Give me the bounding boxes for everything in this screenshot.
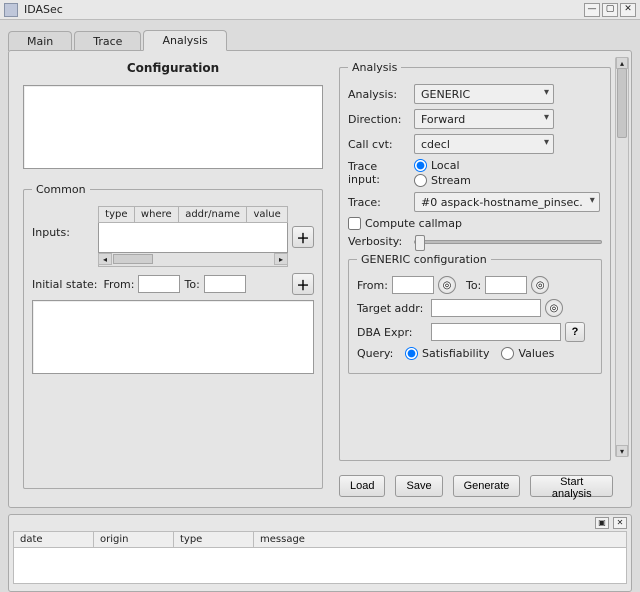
generic-from-target-icon[interactable]: ◎ — [438, 276, 456, 294]
query-satisfiability[interactable]: Satisfiability — [405, 347, 489, 360]
log-col-origin[interactable]: origin — [94, 532, 174, 548]
dba-expr-input[interactable] — [431, 323, 561, 341]
compute-callmap-check[interactable]: Compute callmap — [348, 217, 462, 230]
target-addr-input[interactable] — [431, 299, 541, 317]
tab-trace[interactable]: Trace — [74, 31, 141, 51]
panel-scroll-thumb[interactable] — [617, 68, 627, 138]
verbosity-slider[interactable] — [414, 240, 602, 244]
generic-from-label: From: — [357, 279, 388, 292]
analysis-combo-value: GENERIC — [421, 88, 470, 101]
trace-input-label: Trace input: — [348, 160, 410, 186]
generic-legend: GENERIC configuration — [357, 253, 491, 266]
tab-main[interactable]: Main — [8, 31, 72, 51]
generate-button[interactable]: Generate — [453, 475, 521, 497]
query-label: Query: — [357, 347, 401, 360]
scroll-left-icon[interactable]: ◂ — [98, 253, 112, 265]
panel-vscroll[interactable]: ▴ ▾ — [615, 57, 629, 457]
generic-from-input[interactable] — [392, 276, 434, 294]
log-col-date[interactable]: date — [14, 532, 94, 548]
callcvt-label: Call cvt: — [348, 138, 410, 151]
dock-close-button[interactable]: ✕ — [613, 517, 627, 529]
initial-to-label: To: — [184, 278, 199, 291]
configuration-heading: Configuration — [23, 61, 323, 75]
configuration-textbox[interactable] — [23, 85, 323, 169]
log-table[interactable]: date origin type message — [13, 531, 627, 584]
initial-from-label: From: — [104, 278, 135, 291]
log-col-type[interactable]: type — [174, 532, 254, 548]
inputs-hscroll[interactable]: ◂ ▸ — [98, 253, 288, 267]
close-button[interactable]: ✕ — [620, 3, 636, 17]
trace-combo[interactable]: #0 aspack-hostname_pinsec. — [414, 192, 600, 212]
analysis-legend: Analysis — [348, 61, 401, 74]
target-addr-target-icon[interactable]: ◎ — [545, 299, 563, 317]
inputs-col-addrname[interactable]: addr/name — [178, 207, 246, 223]
initial-state-label: Initial state: — [32, 278, 98, 291]
common-group: Common Inputs: type where addr/name valu… — [23, 183, 323, 489]
save-button[interactable]: Save — [395, 475, 442, 497]
start-analysis-button[interactable]: Start analysis — [530, 475, 613, 497]
slider-handle[interactable] — [415, 235, 425, 251]
trace-input-local[interactable]: Local — [414, 159, 471, 172]
trace-label: Trace: — [348, 196, 410, 209]
scroll-right-icon[interactable]: ▸ — [274, 253, 288, 265]
query-values[interactable]: Values — [501, 347, 554, 360]
callcvt-combo-value: cdecl — [421, 138, 450, 151]
initial-from-input[interactable] — [138, 275, 180, 293]
scroll-thumb[interactable] — [113, 254, 153, 264]
tab-bar: Main Trace Analysis — [8, 28, 632, 50]
generic-config-group: GENERIC configuration From: ◎ To: ◎ Targ… — [348, 253, 602, 374]
trace-input-local-label: Local — [431, 159, 460, 172]
dba-expr-label: DBA Expr: — [357, 326, 427, 339]
common-legend: Common — [32, 183, 90, 196]
log-col-message[interactable]: message — [254, 532, 627, 548]
window-title: IDASec — [24, 3, 582, 16]
minimize-button[interactable]: — — [584, 3, 600, 17]
direction-label: Direction: — [348, 113, 410, 126]
generic-to-label: To: — [466, 279, 481, 292]
analysis-group: Analysis Analysis: GENERIC Direction: Fo… — [339, 61, 611, 461]
maximize-button[interactable]: ▢ — [602, 3, 618, 17]
generic-to-target-icon[interactable]: ◎ — [531, 276, 549, 294]
add-input-button[interactable]: ＋ — [292, 226, 314, 248]
tab-panel-analysis: Configuration Common Inputs: type where … — [8, 50, 632, 508]
trace-combo-value: #0 aspack-hostname_pinsec. — [421, 196, 583, 209]
log-empty-row — [14, 548, 627, 584]
tab-analysis[interactable]: Analysis — [143, 30, 226, 51]
configuration-column: Configuration Common Inputs: type where … — [9, 51, 329, 507]
dock-detach-button[interactable]: ▣ — [595, 517, 609, 529]
add-state-button[interactable]: ＋ — [292, 273, 314, 295]
initial-to-input[interactable] — [204, 275, 246, 293]
initial-state-textbox[interactable] — [32, 300, 314, 374]
scroll-down-icon[interactable]: ▾ — [616, 445, 628, 457]
analysis-combo[interactable]: GENERIC — [414, 84, 554, 104]
trace-input-stream[interactable]: Stream — [414, 174, 471, 187]
callcvt-combo[interactable]: cdecl — [414, 134, 554, 154]
load-button[interactable]: Load — [339, 475, 385, 497]
app-icon — [4, 3, 18, 17]
analysis-column: Analysis Analysis: GENERIC Direction: Fo… — [333, 51, 631, 507]
log-dock: ▣ ✕ date origin type message — [8, 514, 632, 592]
dba-help-button[interactable]: ? — [565, 322, 585, 342]
inputs-table-wrap: type where addr/name value ◂ ▸ — [98, 206, 288, 268]
inputs-col-type[interactable]: type — [99, 207, 135, 223]
inputs-table[interactable]: type where addr/name value — [98, 206, 288, 253]
verbosity-label: Verbosity: — [348, 235, 410, 248]
direction-combo-value: Forward — [421, 113, 465, 126]
analysis-label: Analysis: — [348, 88, 410, 101]
target-addr-label: Target addr: — [357, 302, 427, 315]
inputs-label: Inputs: — [32, 206, 94, 239]
inputs-col-where[interactable]: where — [134, 207, 178, 223]
query-sat-label: Satisfiability — [422, 347, 489, 360]
window-titlebar: IDASec — ▢ ✕ — [0, 0, 640, 20]
trace-input-stream-label: Stream — [431, 174, 471, 187]
action-button-row: Load Save Generate Start analysis — [339, 475, 613, 497]
generic-to-input[interactable] — [485, 276, 527, 294]
inputs-col-value[interactable]: value — [247, 207, 288, 223]
direction-combo[interactable]: Forward — [414, 109, 554, 129]
query-values-label: Values — [518, 347, 554, 360]
compute-callmap-label: Compute callmap — [365, 217, 462, 230]
